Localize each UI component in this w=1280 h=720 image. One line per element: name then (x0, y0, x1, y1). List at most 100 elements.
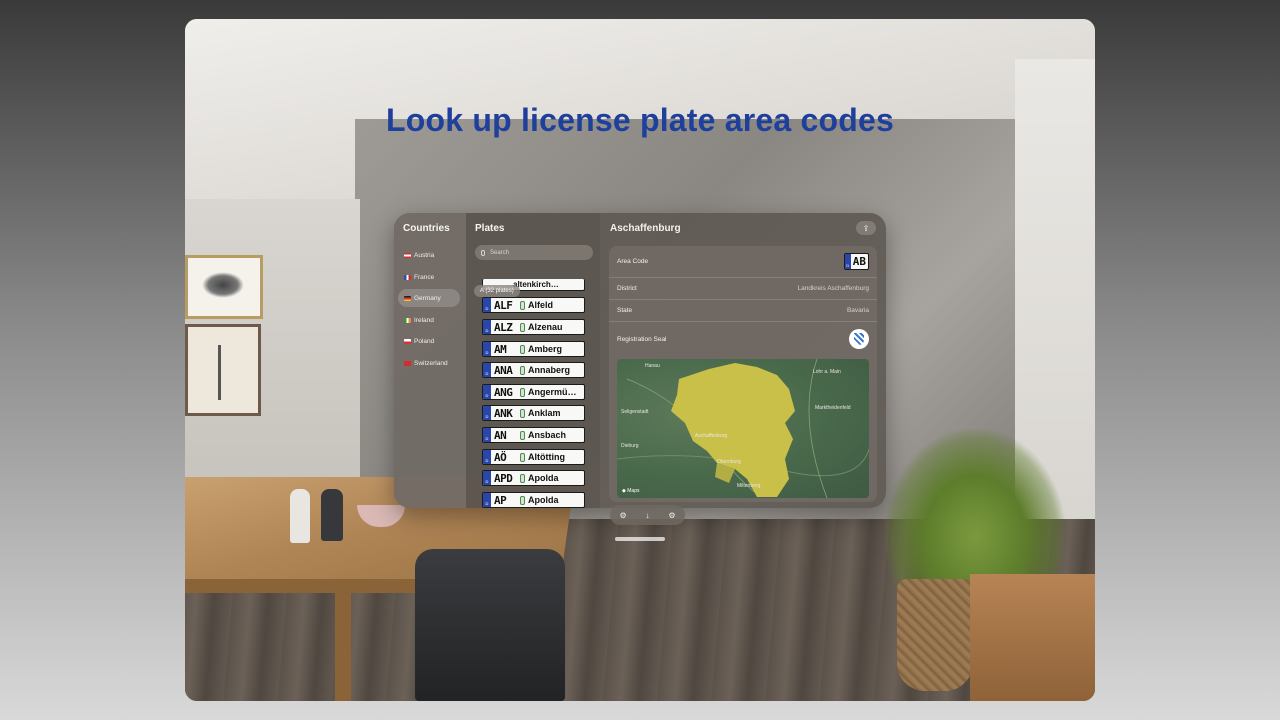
row-label: State (617, 307, 633, 314)
registration-seal-icon (520, 322, 525, 332)
district-area (671, 363, 795, 497)
row-label: District (617, 285, 637, 292)
plate-code: AN (494, 428, 507, 442)
country-label: Austria (414, 251, 435, 259)
country-label: Ireland (414, 316, 434, 324)
plate-name: Amberg (528, 344, 563, 354)
germany-flag-icon (404, 295, 411, 301)
district-row: District Landkreis Aschaffenburg (609, 278, 877, 300)
eu-band-icon: D (483, 363, 491, 377)
plate-code: AÖ (494, 450, 507, 464)
row-label: Registration Seal (617, 335, 667, 343)
vase (290, 489, 310, 543)
plate-row[interactable]: D ANA Annaberg (482, 362, 585, 378)
country-item-france[interactable]: France (398, 268, 460, 286)
registration-seal-icon (520, 452, 525, 462)
plate-code: ALZ (494, 320, 513, 334)
settings-icon[interactable]: ⚙ (668, 511, 675, 520)
window-ornament-toolbar: ⚙ ↓ ⚙ (610, 505, 685, 525)
plate-row[interactable]: D ANG Angermü… (482, 384, 585, 400)
eu-band-icon: D (483, 342, 491, 356)
cabinet (970, 574, 1095, 701)
eu-band-icon: D (483, 493, 491, 507)
plate-code: APD (494, 471, 513, 485)
eu-band-icon: D (483, 450, 491, 464)
state-value: Bavaria (846, 307, 869, 314)
registration-seal-row: Registration Seal (609, 322, 877, 356)
map-place-label: Marktheidenfeld (815, 405, 851, 411)
france-flag-icon (404, 274, 411, 280)
plate-row[interactable]: D ALZ Alzenau (482, 319, 585, 335)
plate-row[interactable]: D ALF Alfeld (482, 297, 585, 313)
poland-flag-icon (404, 338, 411, 344)
download-icon[interactable]: ↓ (645, 511, 649, 520)
switzerland-flag-icon (404, 360, 411, 366)
microphone-icon (481, 249, 485, 256)
registration-seal-icon (520, 473, 525, 483)
plate-row[interactable]: D ANK Anklam (482, 405, 585, 421)
search-field[interactable]: Search (475, 245, 593, 260)
country-item-germany[interactable]: Germany (398, 289, 460, 307)
plate-name: Annaberg (528, 365, 571, 375)
eu-band-icon: D (844, 254, 851, 269)
plate-name: Apolda (528, 495, 559, 505)
room-scene: Look up license plate area codes Countri… (185, 19, 1095, 701)
maps-credit: ◆ Maps (622, 488, 639, 494)
plate-name: Alzenau (528, 322, 563, 332)
country-item-poland[interactable]: Poland (398, 332, 460, 350)
countries-sidebar: Countries Austria France Germany Ireland… (394, 213, 466, 508)
plate-code: AM (494, 342, 507, 356)
plate-name: altenkirch… (513, 280, 559, 289)
chair (415, 549, 565, 701)
detail-card: Area Code D AB District Landkreis Aschaf… (609, 246, 877, 502)
vase (321, 489, 343, 541)
apple-logo-icon: ◆ (622, 488, 626, 494)
eu-band-icon: D (483, 320, 491, 334)
austria-flag-icon (404, 252, 411, 258)
plate-name: Altötting (528, 452, 565, 462)
country-item-austria[interactable]: Austria (398, 246, 460, 264)
row-label: Area Code (617, 258, 649, 265)
map-place-label: Seligenstadt (621, 409, 649, 415)
share-button[interactable]: ⇪ (856, 221, 876, 235)
table-leg (335, 593, 351, 701)
map-canvas (617, 359, 869, 498)
plate-name: Anklam (528, 408, 561, 418)
plate-code: ANG (494, 385, 513, 399)
plate-row[interactable]: D AP Apolda (482, 492, 585, 508)
plate-row[interactable]: D AN Ansbach (482, 427, 585, 443)
registration-seal-icon (520, 495, 525, 505)
gear-icon[interactable]: ⚙ (619, 511, 626, 520)
country-item-ireland[interactable]: Ireland (398, 311, 460, 329)
registration-seal-icon (849, 329, 869, 349)
plates-title: Plates (475, 223, 505, 234)
plate-name: Ansbach (528, 430, 567, 440)
wall-art-frame (185, 255, 263, 319)
area-code-plate: D AB (843, 253, 869, 270)
plate-row[interactable]: D AÖ Altötting (482, 449, 585, 465)
plate-code: ALF (494, 298, 513, 312)
plate-code: AP (494, 493, 507, 507)
map-place-label: Lohr a. Main (813, 369, 841, 375)
registration-seal-icon (520, 430, 525, 440)
eu-band-icon: D (483, 406, 491, 420)
share-icon: ⇪ (862, 223, 870, 233)
plate-row[interactable]: D AM Amberg (482, 341, 585, 357)
eu-band-icon: D (483, 298, 491, 312)
area-code-row: Area Code D AB (609, 246, 877, 278)
map-place-label: Obernburg (717, 459, 741, 465)
state-row: State Bavaria (609, 300, 877, 322)
district-value: Landkreis Aschaffenburg (797, 285, 869, 292)
plate-row[interactable]: D APD Apolda (482, 470, 585, 486)
maps-credit-label: Maps (627, 488, 640, 494)
detail-panel: Aschaffenburg ⇪ Area Code D AB District … (600, 213, 886, 508)
plate-name: Angermü… (528, 387, 577, 397)
country-label: Germany (414, 294, 441, 302)
map-place-label: Dieburg (621, 443, 639, 449)
section-header: A (32 plates) (474, 285, 520, 297)
countries-title: Countries (403, 223, 450, 234)
district-map[interactable]: Aschaffenburg Hanau Lohr a. Main Markthe… (617, 359, 869, 498)
window-grabber-handle[interactable] (615, 537, 665, 541)
country-label: France (414, 273, 435, 281)
country-item-switzerland[interactable]: Switzerland (398, 354, 460, 372)
